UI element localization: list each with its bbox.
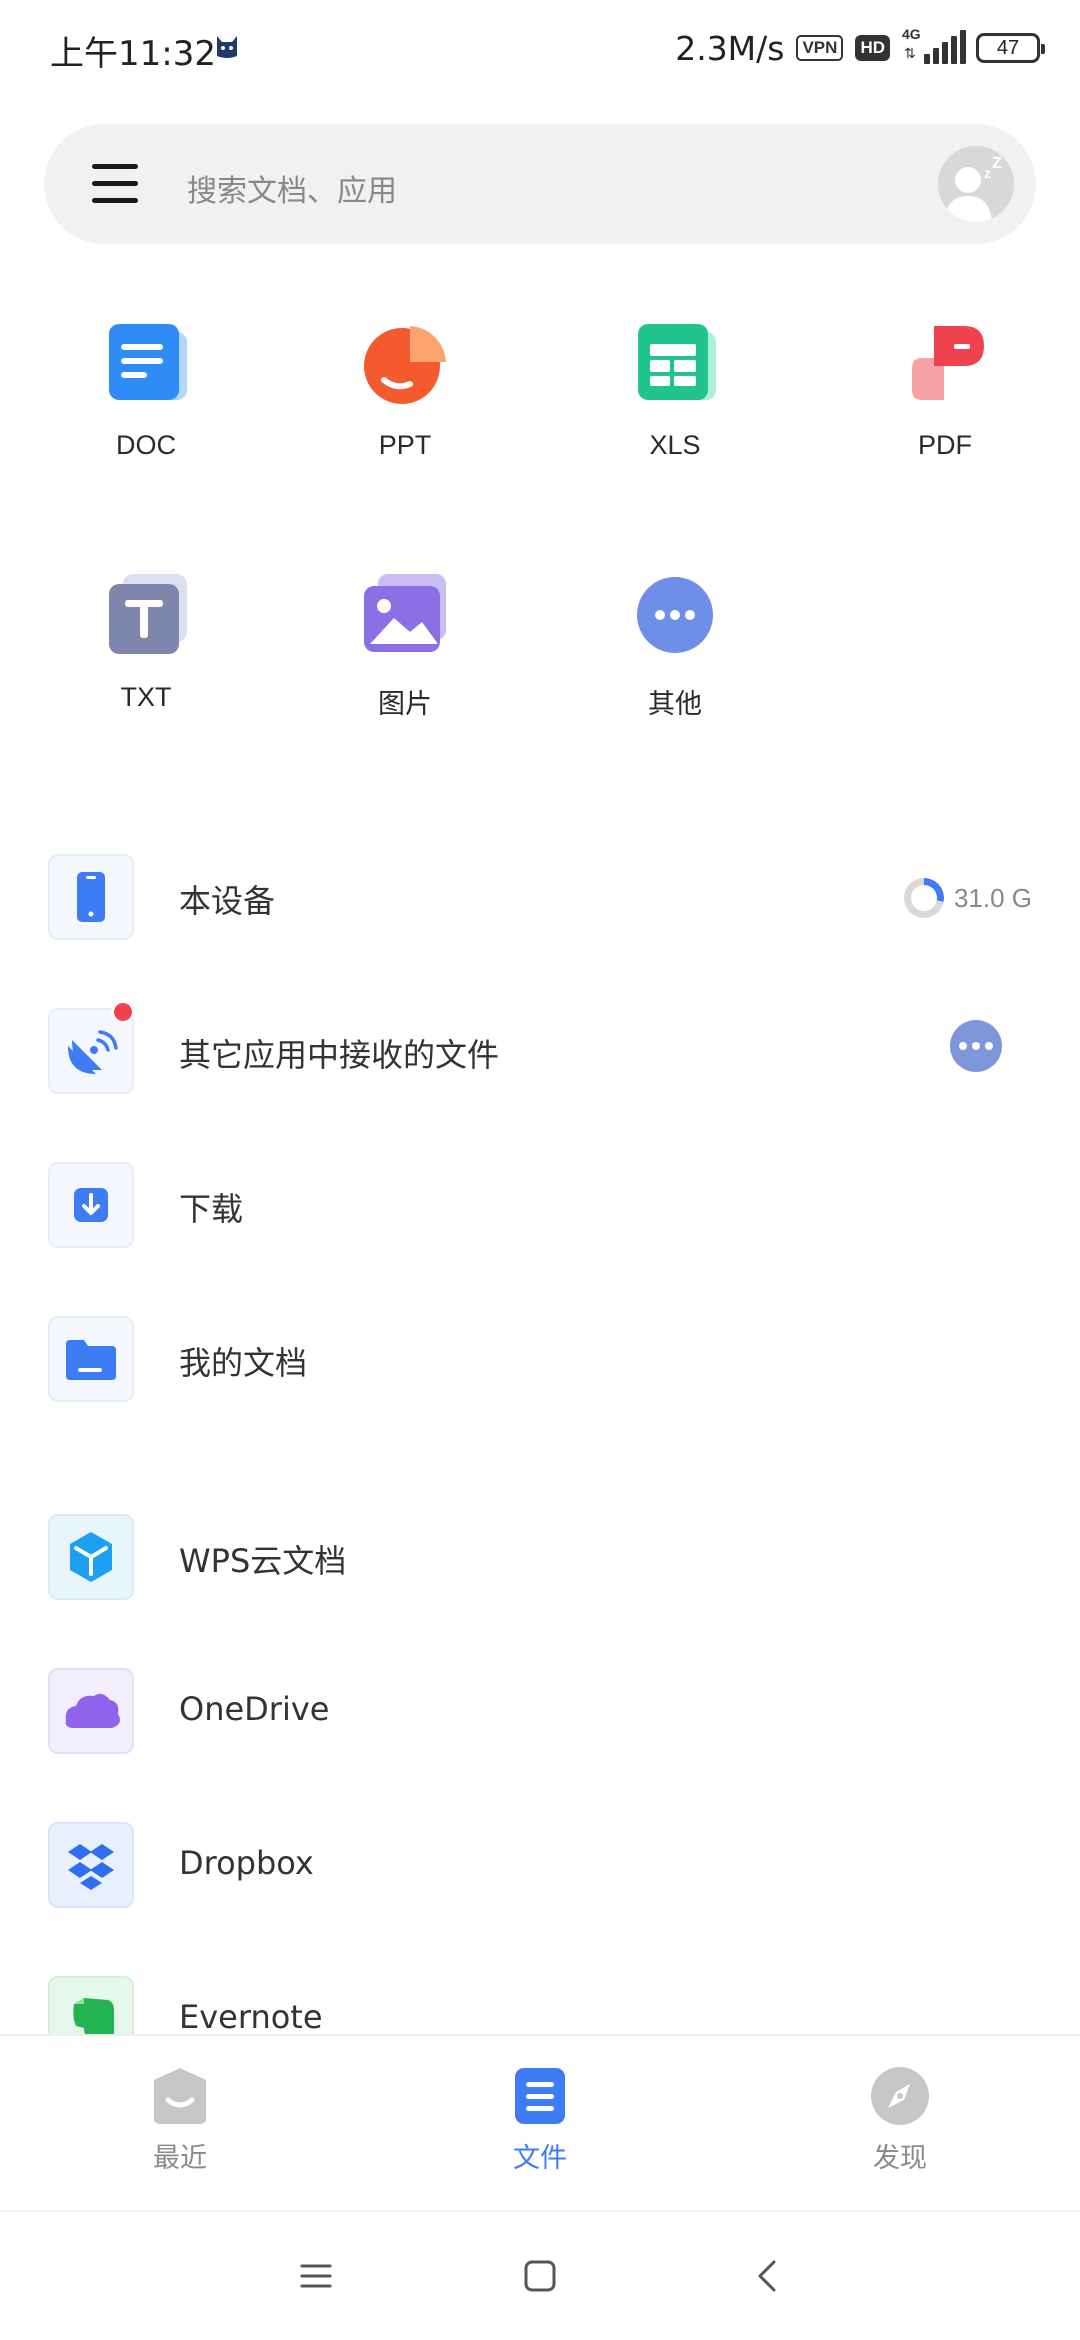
tab-files[interactable]: 文件 bbox=[440, 2066, 640, 2175]
network-type: 4G bbox=[902, 26, 921, 42]
status-bar: 上午11:32 2.3M/s VPN HD 4G ⇅ 47 bbox=[0, 0, 1080, 96]
compass-icon bbox=[870, 2066, 930, 2126]
notification-dot bbox=[111, 1000, 135, 1024]
category-image[interactable]: 图片 bbox=[325, 570, 485, 721]
list-item-my-documents[interactable]: 我的文档 bbox=[0, 1300, 1080, 1420]
txt-icon bbox=[101, 570, 191, 660]
list-item-label: Evernote bbox=[179, 1998, 323, 2036]
category-label: 图片 bbox=[378, 689, 432, 719]
image-icon bbox=[360, 570, 450, 660]
list-item-label: OneDrive bbox=[179, 1690, 330, 1728]
category-xls[interactable]: XLS bbox=[595, 318, 755, 461]
category-ppt[interactable]: PPT bbox=[325, 318, 485, 461]
category-pdf[interactable]: PDF bbox=[865, 318, 1025, 461]
category-label: TXT bbox=[120, 682, 172, 712]
tab-label: 文件 bbox=[513, 2143, 567, 2174]
system-navigation-bar bbox=[0, 2210, 1080, 2340]
vpn-badge: VPN bbox=[796, 35, 844, 61]
list-item-label: 下载 bbox=[179, 1190, 244, 1228]
xls-icon bbox=[630, 318, 720, 408]
sleeping-avatar-icon: z Z bbox=[944, 155, 1002, 222]
battery-icon: 47 bbox=[976, 33, 1045, 63]
cat-app-icon bbox=[217, 36, 237, 58]
bottom-navigation: 最近 文件 发现 bbox=[0, 2034, 1080, 2210]
menu-icon[interactable] bbox=[92, 164, 138, 204]
more-options-button[interactable] bbox=[950, 1020, 1002, 1072]
ppt-icon bbox=[360, 318, 450, 408]
avatar[interactable]: z Z bbox=[938, 146, 1014, 222]
category-txt[interactable]: TXT bbox=[66, 570, 226, 713]
more-icon bbox=[630, 570, 720, 660]
home-icon[interactable] bbox=[520, 2256, 560, 2296]
list-item-label: 其它应用中接收的文件 bbox=[179, 1036, 500, 1074]
storage-ring-icon bbox=[903, 878, 944, 918]
onedrive-icon bbox=[48, 1668, 134, 1754]
search-input[interactable]: 搜索文档、应用 bbox=[187, 166, 397, 210]
wps-cloud-icon bbox=[48, 1514, 134, 1600]
list-item-dropbox[interactable]: Dropbox bbox=[0, 1806, 1080, 1926]
hd-badge: HD bbox=[855, 35, 890, 61]
search-bar[interactable]: 搜索文档、应用 z Z bbox=[44, 124, 1036, 244]
recent-icon bbox=[150, 2066, 210, 2126]
category-label: 其他 bbox=[648, 689, 702, 719]
signal-icon: 4G ⇅ bbox=[902, 26, 966, 68]
list-item-label: 我的文档 bbox=[179, 1344, 308, 1382]
category-other[interactable]: 其他 bbox=[595, 570, 755, 721]
dropbox-icon bbox=[48, 1822, 134, 1908]
list-item-wps-cloud[interactable]: WPS云文档 bbox=[0, 1498, 1080, 1618]
svg-text:z: z bbox=[984, 165, 991, 181]
phone-icon bbox=[48, 854, 134, 940]
recent-apps-icon[interactable] bbox=[296, 2256, 336, 2296]
tab-label: 发现 bbox=[873, 2143, 927, 2174]
status-indicators: 2.3M/s VPN HD 4G ⇅ 47 bbox=[675, 26, 1045, 70]
tab-recent[interactable]: 最近 bbox=[80, 2066, 280, 2175]
list-item-label: Dropbox bbox=[179, 1844, 314, 1882]
doc-icon bbox=[101, 318, 191, 408]
category-doc[interactable]: DOC bbox=[66, 318, 226, 461]
back-icon[interactable] bbox=[748, 2256, 788, 2296]
pdf-icon bbox=[900, 318, 990, 408]
category-label: DOC bbox=[116, 430, 176, 460]
list-item-onedrive[interactable]: OneDrive bbox=[0, 1652, 1080, 1772]
status-time: 上午11:32 bbox=[50, 34, 216, 74]
download-icon bbox=[48, 1162, 134, 1248]
file-icon bbox=[510, 2066, 570, 2126]
storage-indicator: 31.0 G bbox=[903, 878, 1032, 918]
network-speed: 2.3M/s bbox=[675, 28, 785, 68]
category-label: PPT bbox=[378, 430, 432, 460]
list-item-downloads[interactable]: 下载 bbox=[0, 1146, 1080, 1266]
svg-text:Z: Z bbox=[992, 155, 1002, 172]
battery-level: 47 bbox=[996, 36, 1020, 59]
category-label: PDF bbox=[918, 430, 972, 460]
tab-discover[interactable]: 发现 bbox=[800, 2066, 1000, 2175]
list-item-received-files[interactable]: 其它应用中接收的文件 bbox=[0, 992, 1080, 1112]
folder-icon bbox=[48, 1316, 134, 1402]
tab-label: 最近 bbox=[153, 2143, 207, 2174]
storage-size: 31.0 G bbox=[953, 882, 1032, 913]
list-item-label: WPS云文档 bbox=[179, 1542, 347, 1580]
list-item-label: 本设备 bbox=[179, 882, 276, 920]
list-item-device[interactable]: 本设备 31.0 G bbox=[0, 838, 1080, 958]
category-label: XLS bbox=[649, 430, 701, 460]
